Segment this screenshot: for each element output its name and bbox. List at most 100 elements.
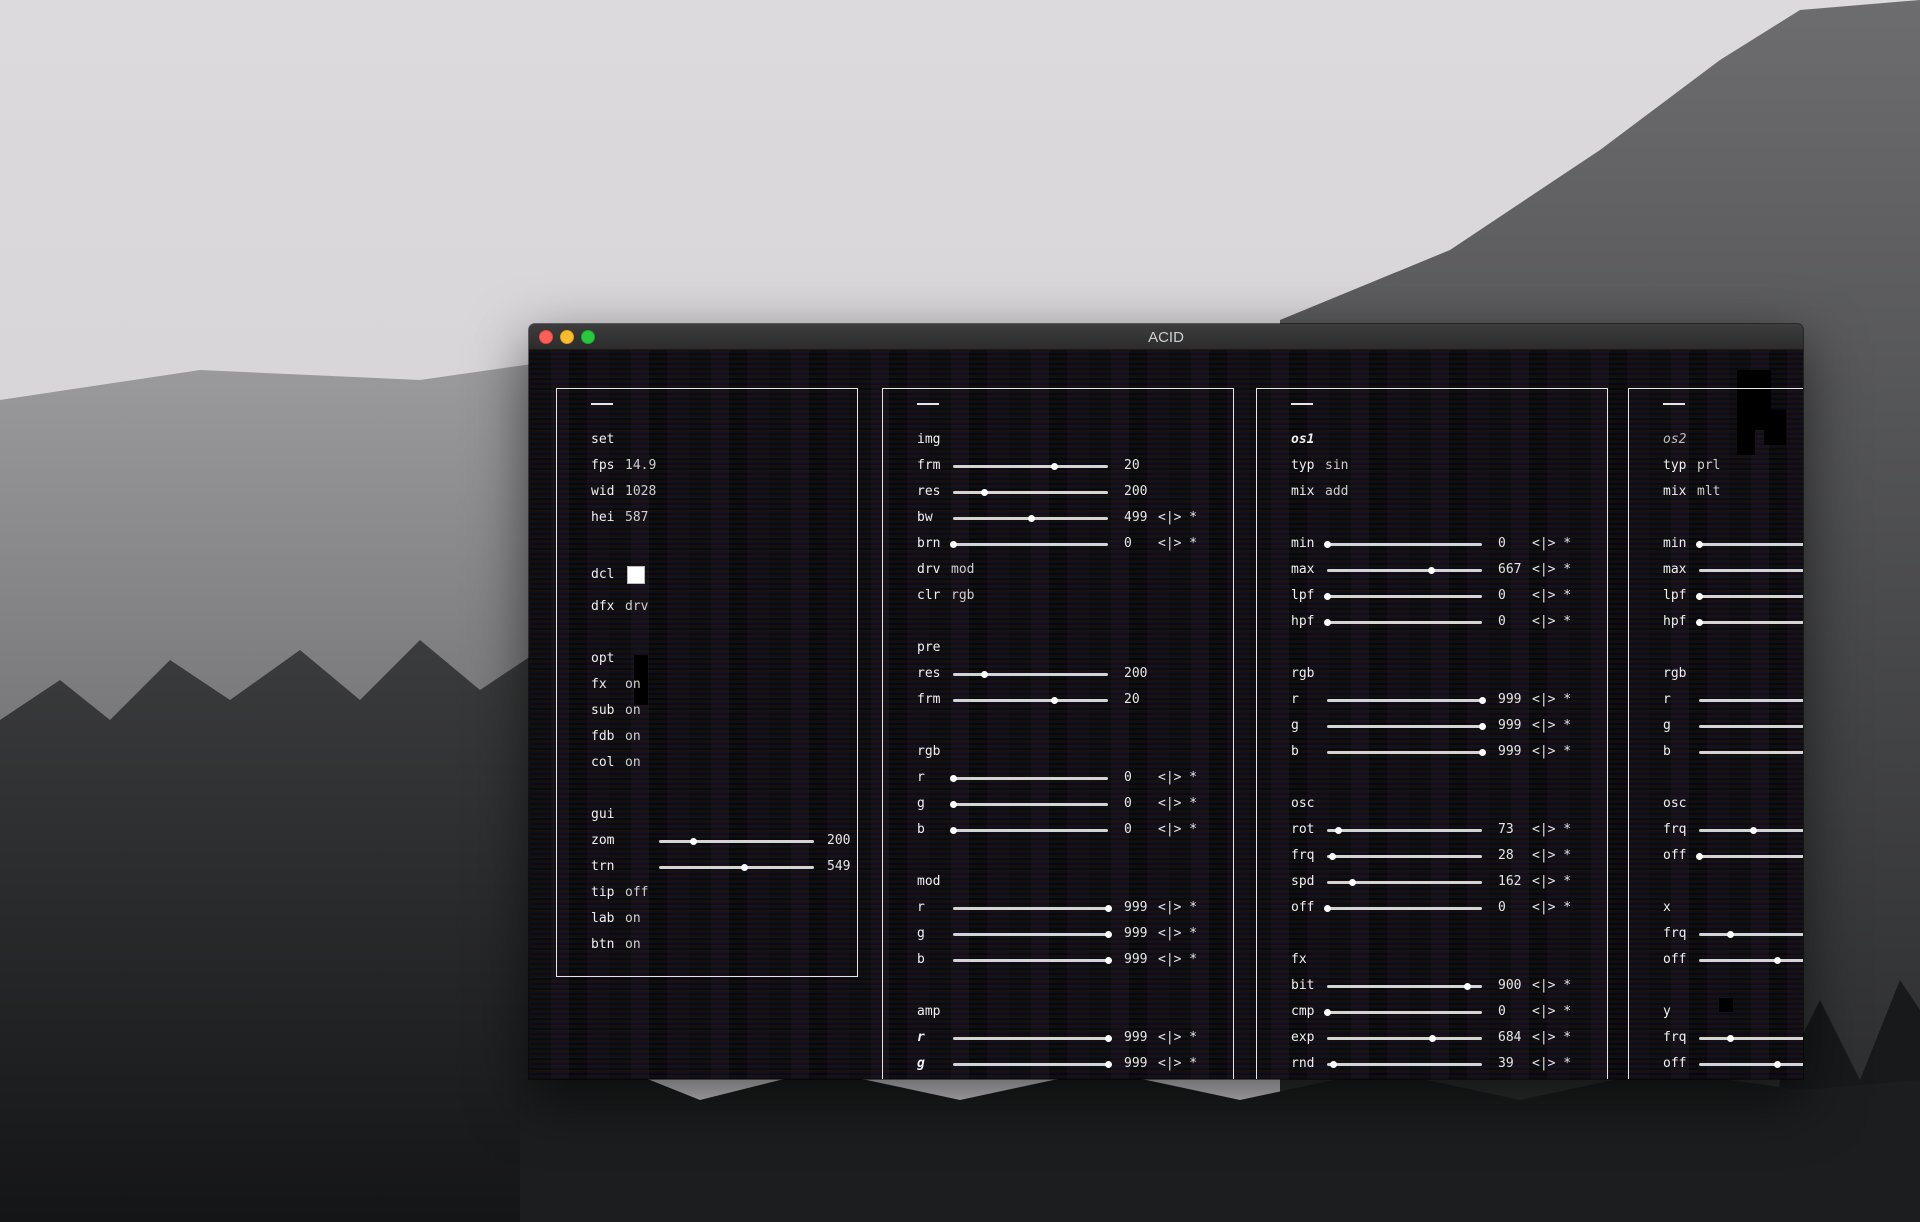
- modulation-toggle[interactable]: <|> *: [1532, 872, 1571, 892]
- slider-handle[interactable]: [1324, 619, 1331, 626]
- modulation-toggle[interactable]: <|> *: [1532, 534, 1571, 554]
- modulation-toggle[interactable]: <|> *: [1158, 768, 1197, 788]
- control-row-typ[interactable]: typ sin: [1291, 456, 1609, 476]
- panel-collapse-handle[interactable]: [1663, 403, 1685, 405]
- slider-track[interactable]: [1696, 541, 1803, 548]
- slider-track[interactable]: [1324, 593, 1482, 600]
- control-value[interactable]: on: [625, 937, 641, 952]
- slider-track[interactable]: [1327, 1061, 1482, 1068]
- slider-handle[interactable]: [1105, 1061, 1112, 1068]
- slider-handle[interactable]: [1696, 541, 1703, 548]
- panel-collapse-handle[interactable]: [1291, 403, 1313, 405]
- slider-handle[interactable]: [1727, 931, 1734, 938]
- slider-track[interactable]: [1327, 749, 1486, 756]
- slider-handle[interactable]: [1696, 593, 1703, 600]
- slider-handle[interactable]: [950, 541, 957, 548]
- control-value[interactable]: add: [1325, 484, 1348, 499]
- slider-handle[interactable]: [1330, 1061, 1338, 1068]
- control-value[interactable]: on: [625, 677, 641, 692]
- slider-track[interactable]: [1327, 983, 1482, 990]
- slider-handle[interactable]: [1324, 1009, 1331, 1016]
- modulation-toggle[interactable]: <|> *: [1532, 820, 1571, 840]
- slider-track[interactable]: [1327, 567, 1482, 574]
- slider-handle[interactable]: [981, 489, 988, 496]
- slider-track[interactable]: [953, 905, 1112, 912]
- slider-handle[interactable]: [1324, 593, 1331, 600]
- control-row-mix[interactable]: mix add: [1291, 482, 1609, 502]
- control-value[interactable]: on: [625, 703, 641, 718]
- slider-track[interactable]: [1324, 905, 1482, 912]
- slider-handle[interactable]: [1727, 1035, 1734, 1042]
- slider-handle[interactable]: [690, 838, 698, 845]
- slider-handle[interactable]: [1696, 619, 1703, 626]
- slider-track[interactable]: [1699, 725, 1803, 728]
- modulation-toggle[interactable]: <|> *: [1158, 898, 1197, 918]
- slider-track[interactable]: [1696, 593, 1803, 600]
- slider-handle[interactable]: [981, 671, 988, 678]
- slider-track[interactable]: [953, 1035, 1112, 1042]
- modulation-toggle[interactable]: <|> *: [1532, 1054, 1571, 1074]
- title-bar[interactable]: ACID: [529, 324, 1803, 350]
- slider-track[interactable]: [1324, 541, 1482, 548]
- slider-track[interactable]: [659, 864, 814, 871]
- slider-track[interactable]: [1699, 1061, 1803, 1068]
- modulation-toggle[interactable]: <|> *: [1532, 846, 1571, 866]
- control-row-sub[interactable]: sub on: [591, 701, 859, 721]
- slider-track[interactable]: [950, 801, 1108, 808]
- slider-handle[interactable]: [1479, 697, 1486, 704]
- control-value[interactable]: mod: [951, 562, 974, 577]
- slider-handle[interactable]: [741, 864, 749, 871]
- control-value[interactable]: 14.9: [625, 458, 656, 473]
- slider-track[interactable]: [1699, 957, 1803, 964]
- modulation-toggle[interactable]: <|> *: [1532, 742, 1571, 762]
- slider-handle[interactable]: [1105, 1035, 1112, 1042]
- slider-track[interactable]: [1699, 699, 1803, 702]
- slider-track[interactable]: [953, 489, 1108, 496]
- slider-handle[interactable]: [1696, 853, 1703, 860]
- control-value[interactable]: on: [625, 729, 641, 744]
- slider-track[interactable]: [953, 1061, 1112, 1068]
- modulation-toggle[interactable]: <|> *: [1158, 1028, 1197, 1048]
- modulation-toggle[interactable]: <|> *: [1158, 1054, 1197, 1074]
- control-row-fdb[interactable]: fdb on: [591, 727, 859, 747]
- modulation-toggle[interactable]: <|> *: [1158, 794, 1197, 814]
- control-row-fx[interactable]: fx on: [591, 675, 859, 695]
- slider-track[interactable]: [1327, 1035, 1482, 1042]
- slider-handle[interactable]: [1050, 463, 1058, 470]
- panel-collapse-handle[interactable]: [591, 403, 613, 405]
- modulation-toggle[interactable]: <|> *: [1532, 690, 1571, 710]
- slider-handle[interactable]: [1334, 827, 1342, 834]
- slider-handle[interactable]: [1328, 853, 1336, 860]
- control-row-col[interactable]: col on: [591, 753, 859, 773]
- slider-track[interactable]: [1696, 853, 1803, 860]
- slider-track[interactable]: [1327, 697, 1486, 704]
- slider-track[interactable]: [950, 827, 1108, 834]
- slider-track[interactable]: [1699, 827, 1803, 834]
- modulation-toggle[interactable]: <|> *: [1532, 716, 1571, 736]
- slider-handle[interactable]: [1105, 931, 1112, 938]
- control-value[interactable]: sin: [1325, 458, 1348, 473]
- modulation-toggle[interactable]: <|> *: [1158, 950, 1197, 970]
- control-value[interactable]: mlt: [1697, 484, 1720, 499]
- slider-track[interactable]: [953, 515, 1108, 522]
- slider-track[interactable]: [1696, 619, 1803, 626]
- modulation-toggle[interactable]: <|> *: [1532, 1028, 1571, 1048]
- modulation-toggle[interactable]: <|> *: [1532, 586, 1571, 606]
- slider-track[interactable]: [1327, 879, 1482, 886]
- control-row-dfx[interactable]: dfx drv: [591, 597, 859, 617]
- slider-track[interactable]: [953, 957, 1112, 964]
- control-row-tip[interactable]: tip off: [591, 883, 859, 903]
- control-value[interactable]: 1028: [625, 484, 656, 499]
- slider-handle[interactable]: [1324, 541, 1331, 548]
- slider-handle[interactable]: [1427, 567, 1435, 574]
- slider-handle[interactable]: [950, 801, 957, 808]
- slider-handle[interactable]: [1750, 827, 1758, 834]
- slider-track[interactable]: [1327, 723, 1486, 730]
- modulation-toggle[interactable]: <|> *: [1532, 1002, 1571, 1022]
- control-row-btn[interactable]: btn on: [591, 935, 859, 955]
- control-row-lab[interactable]: lab on: [591, 909, 859, 929]
- slider-handle[interactable]: [1348, 879, 1356, 886]
- slider-handle[interactable]: [1105, 905, 1112, 912]
- slider-track[interactable]: [950, 775, 1108, 782]
- slider-track[interactable]: [1324, 1009, 1482, 1016]
